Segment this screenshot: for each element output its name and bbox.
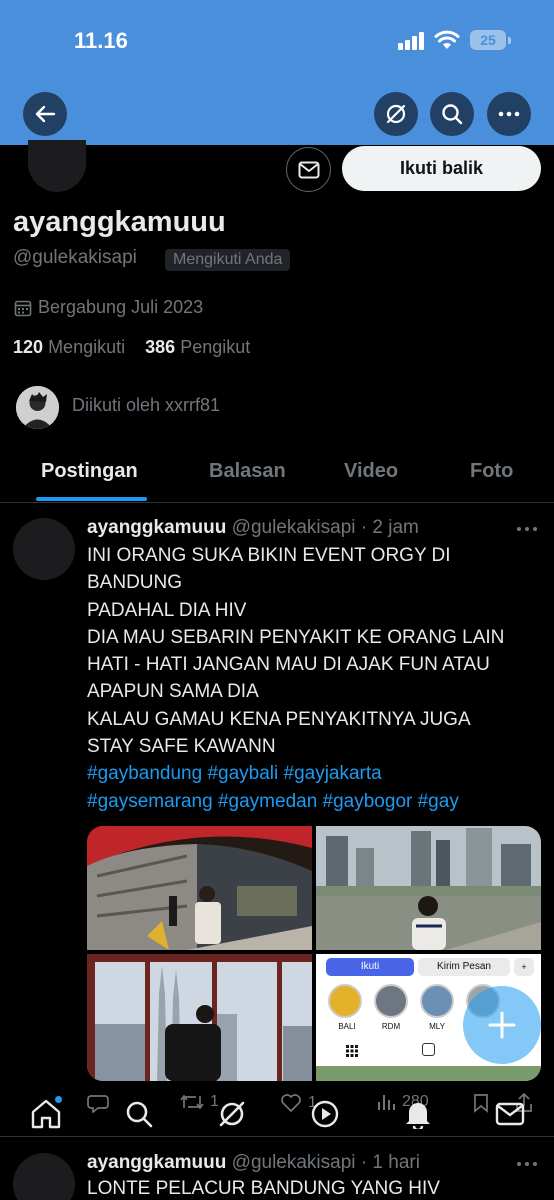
screenshot-grid-photos xyxy=(316,1066,541,1081)
tweet-text: INI ORANG SUKA BIKIN EVENT ORGY DI BANDU… xyxy=(87,542,537,815)
following-link[interactable]: 120 Mengikuti xyxy=(13,337,125,357)
towers-photo-image xyxy=(87,954,312,1081)
tweet-author-handle: @gulekakisapi xyxy=(231,517,356,538)
wifi-icon xyxy=(434,30,460,49)
skyline-photo-image xyxy=(316,826,541,950)
screenshot-message-button: Kirim Pesan xyxy=(418,958,510,976)
reels-icon xyxy=(422,1043,435,1056)
tweet-line: PADAHAL DIA HIV xyxy=(87,599,247,621)
status-bar: 11.16 25 xyxy=(0,28,554,58)
arrow-left-icon xyxy=(35,105,56,123)
followers-label: Pengikut xyxy=(180,337,251,357)
media-photo-towers[interactable] xyxy=(87,954,312,1081)
tweet-time: · 2 jam xyxy=(360,517,419,538)
home-icon xyxy=(31,1099,61,1129)
tweet-header: ayanggkamuuu @gulekakisapi · 1 hari xyxy=(87,1152,420,1174)
more-options-button[interactable] xyxy=(487,92,531,136)
grid-icon xyxy=(346,1044,358,1057)
tweet-line: HATI - HATI JANGAN MAU DI AJAK FUN ATAU xyxy=(87,654,490,676)
tab-video[interactable]: Video xyxy=(344,460,398,483)
tweet-time: · 1 hari xyxy=(360,1152,420,1173)
profile-name: ayanggkamuuu xyxy=(13,206,226,238)
message-button[interactable] xyxy=(286,147,331,192)
tweet-author-avatar[interactable] xyxy=(13,1153,75,1200)
media-photo-skyline[interactable] xyxy=(316,826,541,950)
grok-icon xyxy=(219,1101,245,1127)
play-icon xyxy=(311,1100,339,1128)
highlight-bali-circle xyxy=(328,984,362,1018)
tweet-divider xyxy=(0,1136,554,1137)
envelope-icon xyxy=(495,1102,525,1126)
tweet-line: BANDUNG xyxy=(87,572,183,594)
more-icon xyxy=(498,111,520,117)
tab-posts[interactable]: Postingan xyxy=(41,460,138,483)
follow-back-button[interactable]: Ikuti balik xyxy=(342,146,541,191)
bell-icon xyxy=(406,1103,430,1129)
cellular-signal-icon xyxy=(398,32,424,50)
tweet-more-icon[interactable] xyxy=(516,526,538,532)
profile-header: 11.16 25 xyxy=(0,0,554,145)
tweet-line: DIA MAU SEBARIN PENYAKIT KE ORANG LAIN xyxy=(87,626,505,648)
status-time: 11.16 xyxy=(74,28,128,53)
battery-tip xyxy=(508,37,511,44)
grok-button[interactable] xyxy=(374,92,418,136)
profile-handle: @gulekakisapi xyxy=(13,247,137,268)
follow-stats: 120 Mengikuti 386 Pengikut xyxy=(13,337,250,358)
followers-link[interactable]: 386 Pengikut xyxy=(145,337,250,357)
media-photo-street[interactable] xyxy=(87,826,312,950)
highlight-label: RDM xyxy=(381,1022,401,1031)
tweet-author-name[interactable]: ayanggkamuuu xyxy=(87,517,226,538)
plus-icon xyxy=(488,1011,516,1039)
following-count: 120 xyxy=(13,337,44,357)
person-silhouette-image xyxy=(16,386,59,429)
bottom-navigation xyxy=(0,1092,554,1142)
joined-date: Bergabung Juli 2023 xyxy=(14,297,203,318)
tweet-author-handle: @gulekakisapi xyxy=(231,1152,356,1173)
profile-tabs: Postingan Balasan Video Foto xyxy=(0,445,554,503)
highlight-rdm-circle xyxy=(374,984,408,1018)
mutual-follower-avatar[interactable] xyxy=(16,386,59,429)
tweet-author-name[interactable]: ayanggkamuuu xyxy=(87,1152,226,1173)
search-button[interactable] xyxy=(430,92,474,136)
highlight-label: BALI xyxy=(338,1022,356,1031)
envelope-icon xyxy=(298,161,319,178)
tweet-author-avatar[interactable] xyxy=(13,518,75,580)
highlight-mly-circle xyxy=(420,984,454,1018)
nav-video[interactable] xyxy=(307,1096,343,1132)
search-icon xyxy=(442,104,463,125)
tweet-text: LONTE PELACUR BANDUNG YANG HIV xyxy=(87,1178,440,1199)
following-label: Mengikuti xyxy=(48,337,126,357)
grok-icon xyxy=(386,104,406,124)
followers-count: 386 xyxy=(145,337,176,357)
battery-indicator: 25 xyxy=(470,30,506,50)
hashtag-links[interactable]: #gaysemarang #gaymedan #gaybogor #gay xyxy=(87,788,537,815)
profile-avatar[interactable] xyxy=(28,140,86,192)
hashtag-links[interactable]: #gaybandung #gaybali #gayjakarta xyxy=(87,760,537,787)
active-tab-indicator xyxy=(36,497,147,501)
home-notification-dot xyxy=(55,1096,62,1103)
street-photo-image xyxy=(87,826,312,950)
nav-grok[interactable] xyxy=(214,1096,250,1132)
tab-photos[interactable]: Foto xyxy=(470,460,513,483)
tweet-line: KALAU GAMAU KENA PENYAKITNYA JUGA xyxy=(87,708,471,730)
tweet-line: INI ORANG SUKA BIKIN EVENT ORGY DI xyxy=(87,545,451,566)
tab-replies[interactable]: Balasan xyxy=(209,460,286,483)
followed-by-text[interactable]: Diikuti oleh xxrrf81 xyxy=(72,395,220,416)
nav-messages[interactable] xyxy=(492,1096,528,1132)
calendar-icon xyxy=(14,300,32,316)
nav-search[interactable] xyxy=(121,1096,157,1132)
joined-text: Bergabung Juli 2023 xyxy=(38,297,204,317)
follows-you-badge: Mengikuti Anda xyxy=(165,249,291,271)
compose-post-button[interactable] xyxy=(463,986,541,1064)
nav-notifications[interactable] xyxy=(400,1096,436,1132)
tweet-line: STAY SAFE KAWANN xyxy=(87,736,276,758)
highlight-label: MLY xyxy=(429,1022,445,1031)
screenshot-follow-button: Ikuti xyxy=(326,958,414,976)
screenshot-add-person: + xyxy=(514,958,534,976)
back-button[interactable] xyxy=(23,92,67,136)
tweet-more-icon[interactable] xyxy=(516,1161,538,1167)
tweet-header: ayanggkamuuu @gulekakisapi · 2 jam xyxy=(87,517,419,539)
tweet-line: APAPUN SAMA DIA xyxy=(87,681,259,703)
search-icon xyxy=(126,1101,153,1128)
